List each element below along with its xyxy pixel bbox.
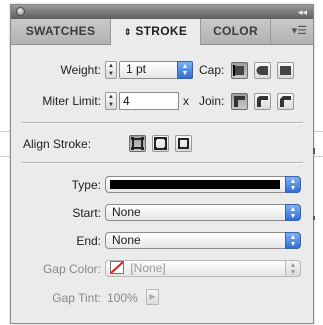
butt-cap-icon[interactable] (231, 62, 248, 79)
type-dropdown[interactable]: ▲ ▼ (105, 176, 301, 193)
gap-color-value: [None] (130, 261, 166, 275)
bevel-join-icon[interactable] (277, 93, 294, 110)
align-stroke-label: Align Stroke: (23, 137, 92, 151)
round-cap-icon[interactable] (254, 62, 271, 79)
tab-bar: SWATCHES ⇕ STROKE COLOR ▾☰ (11, 19, 313, 45)
gap-color-dropdown-arrow-icon[interactable]: ▲ ▼ (285, 260, 301, 277)
cap-label: Cap: (199, 63, 225, 77)
tab-swatches[interactable]: SWATCHES (11, 19, 111, 44)
gap-tint-value[interactable]: 100% (107, 290, 138, 306)
miter-join-icon[interactable] (231, 93, 248, 110)
tab-color[interactable]: COLOR (201, 19, 271, 44)
weight-dropdown-arrow-icon[interactable]: ▲ ▼ (177, 61, 193, 79)
solid-line-preview (110, 180, 280, 189)
collapse-icon[interactable]: ◂◂ (298, 5, 307, 19)
weight-stepper[interactable]: ▲ ▼ (105, 61, 117, 79)
gap-color-label: Gap Color: (42, 262, 101, 276)
section-divider (21, 122, 303, 124)
end-label: End: (76, 234, 101, 248)
end-dropdown-arrow-icon[interactable]: ▲ ▼ (285, 232, 301, 249)
tab-stroke[interactable]: ⇕ STROKE (111, 19, 201, 45)
miter-limit-input[interactable]: 4 (119, 92, 179, 110)
miter-limit-label: Miter Limit: (42, 94, 101, 108)
section-divider (21, 162, 303, 164)
panel-menu-icon[interactable]: ▾☰ (292, 25, 307, 37)
start-dropdown-arrow-icon[interactable]: ▲ ▼ (285, 204, 301, 221)
miter-stepper[interactable]: ▲ ▼ (105, 92, 117, 110)
align-inside-icon[interactable] (152, 135, 169, 152)
end-dropdown[interactable]: None ▲ ▼ (105, 232, 301, 249)
gap-color-dropdown[interactable]: [None] ▲ ▼ (105, 260, 301, 277)
tab-stroke-label: STROKE (135, 24, 188, 38)
miter-unit-label: x (183, 94, 189, 108)
type-label: Type: (71, 178, 101, 192)
type-dropdown-arrow-icon[interactable]: ▲ ▼ (285, 176, 301, 193)
end-value: None (112, 233, 141, 247)
gap-tint-label: Gap Tint: (52, 291, 101, 305)
round-join-icon[interactable] (254, 93, 271, 110)
weight-label: Weight: (60, 63, 101, 77)
start-dropdown[interactable]: None ▲ ▼ (105, 204, 301, 221)
tab-swatches-label: SWATCHES (25, 24, 96, 38)
none-swatch-icon (110, 261, 124, 274)
gap-tint-slider-arrow-icon[interactable]: ▶ (146, 289, 159, 305)
updown-arrows-icon: ⇕ (123, 27, 132, 37)
stroke-panel: ◂◂ SWATCHES ⇕ STROKE COLOR ▾☰ Weight: ▲ ▼… (10, 4, 314, 324)
weight-dropdown[interactable]: 1 pt ▲ ▼ (119, 61, 193, 79)
join-label: Join: (199, 94, 225, 108)
tab-color-label: COLOR (213, 24, 258, 38)
align-outside-icon[interactable] (175, 135, 192, 152)
start-value: None (112, 205, 141, 219)
close-icon[interactable] (16, 7, 25, 16)
weight-value: 1 pt (126, 62, 147, 76)
projecting-cap-icon[interactable] (277, 62, 294, 79)
start-label: Start: (72, 206, 101, 220)
background-mark (313, 216, 315, 220)
panel-title-bar[interactable]: ◂◂ (11, 5, 313, 19)
align-center-icon[interactable] (129, 135, 146, 152)
background-mark (313, 148, 315, 154)
